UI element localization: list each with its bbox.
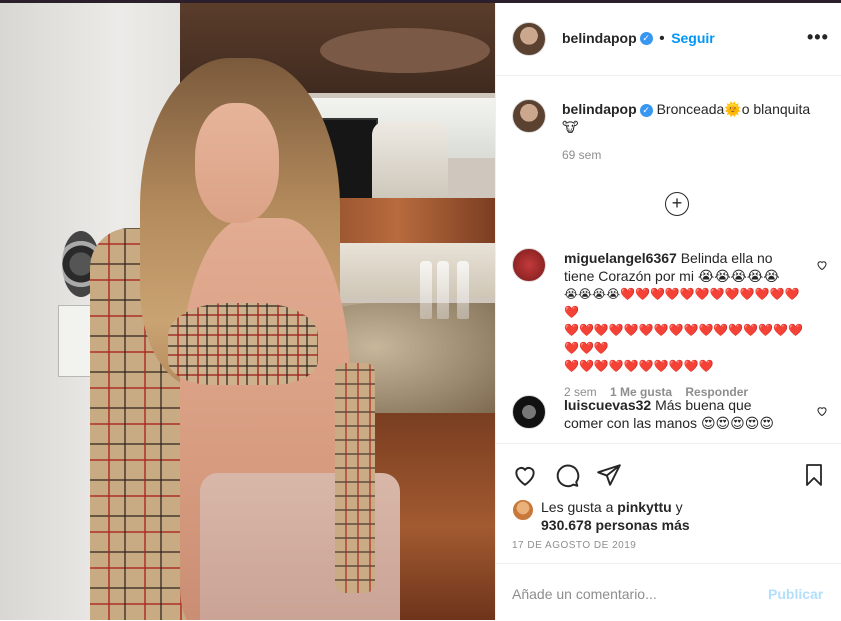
comment-like-heart-icon[interactable] (816, 259, 828, 271)
comment-item: luiscuevas32 Más buena que comer con las… (564, 396, 804, 432)
separator-dot: • (659, 30, 665, 47)
comment-username[interactable]: miguelangel6367 (564, 250, 677, 266)
liker-avatar[interactable] (512, 499, 534, 521)
follow-button[interactable]: Seguir (671, 30, 715, 46)
caption-age[interactable]: 69 sem (562, 148, 832, 162)
caption: belindapop ✓ Bronceada🌞o blanquita 🐮 69 s… (562, 100, 832, 162)
comment-text-line: ❤️❤️❤️❤️❤️❤️❤️❤️❤️❤️❤️❤️❤️❤️❤️❤️❤️❤️❤️ (564, 323, 804, 355)
author-avatar[interactable] (512, 22, 546, 56)
comment-username[interactable]: luiscuevas32 (564, 397, 651, 413)
post-photo[interactable] (0, 3, 495, 620)
caption-username[interactable]: belindapop (562, 101, 637, 117)
post-details-panel: belindapop ✓ • Seguir ••• belindapop ✓ Bro… (495, 3, 841, 620)
comment-like-heart-icon[interactable] (816, 405, 828, 417)
caption-text-line2: 🐮 (562, 119, 579, 135)
comment-text-line: tiene Corazón por mi 😭😭😭😭😭 (564, 268, 780, 284)
comment-text-line: 😭😭😭😭❤️❤️❤️❤️❤️❤️❤️❤️❤️❤️❤️❤️❤️ (564, 287, 800, 319)
verified-badge-icon: ✓ (639, 32, 653, 46)
bookmark-icon[interactable] (802, 462, 826, 488)
commenter-avatar[interactable] (512, 248, 546, 282)
comment-text: Belinda ella no (680, 250, 773, 266)
publish-button[interactable]: Publicar (768, 586, 823, 602)
add-comment-bar: Añade un comentario... Publicar (496, 563, 841, 621)
heart-icon[interactable] (512, 462, 538, 488)
post-header: belindapop ✓ • Seguir ••• (496, 3, 841, 76)
caption-text: Bronceada🌞o blanquita (656, 101, 811, 117)
liker-username[interactable]: pinkyttu (617, 499, 671, 515)
load-more-comments-icon[interactable]: + (665, 192, 689, 216)
caption-avatar[interactable] (512, 99, 546, 133)
commenter-avatar[interactable] (512, 395, 546, 429)
comment-text-line: ❤️❤️❤️❤️❤️❤️❤️❤️❤️❤️ (564, 359, 714, 373)
paper-plane-icon[interactable] (596, 462, 622, 488)
comment-text: Más buena que (655, 397, 752, 413)
likes-count[interactable]: 930.678 personas más (541, 517, 690, 533)
post-date[interactable]: 17 DE AGOSTO DE 2019 (512, 540, 636, 551)
comment-input[interactable]: Añade un comentario... (512, 586, 657, 602)
comment-icon[interactable] (554, 462, 580, 488)
author-username[interactable]: belindapop (562, 30, 637, 46)
likes-summary: Les gusta a pinkyttu y 930.678 personas … (541, 499, 690, 533)
more-options-icon[interactable]: ••• (807, 27, 829, 48)
comment-text-line: comer con las manos 😍😍😍😍😍 (564, 415, 774, 431)
comment-item: miguelangel6367 Belinda ella no tiene Co… (564, 249, 804, 401)
verified-badge-icon: ✓ (639, 103, 653, 117)
